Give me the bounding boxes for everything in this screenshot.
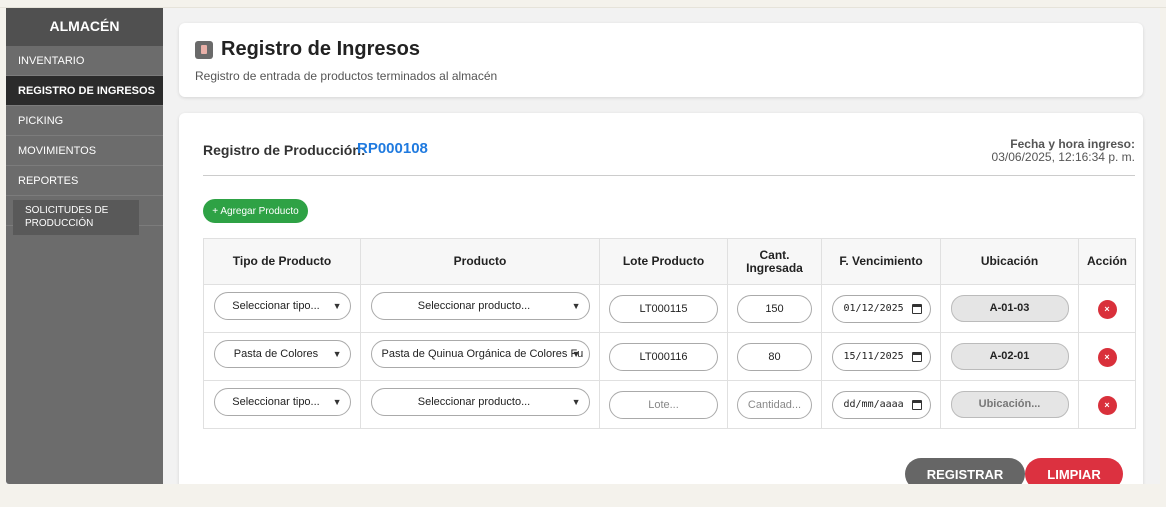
delete-row-button[interactable]: ×	[1097, 395, 1117, 415]
sidebar-item-picking[interactable]: PICKING	[6, 106, 163, 136]
calendar-icon[interactable]	[911, 351, 922, 362]
sidebar-item-registro-ingresos[interactable]: REGISTRO DE INGRESOS	[6, 76, 163, 106]
sidebar-title: ALMACÉN	[6, 8, 163, 46]
top-strip	[0, 0, 1166, 8]
vencimiento-value: 15/11/2025	[843, 350, 904, 362]
register-button[interactable]: REGISTRAR	[905, 458, 1025, 484]
col-header-producto: Producto	[360, 238, 600, 285]
header-card: Registro de Ingresos Registro de entrada…	[179, 23, 1143, 97]
fecha-value: 03/06/2025, 12:16:34 p. m.	[991, 150, 1135, 164]
col-header-cantidad: Cant. Ingresada	[727, 238, 822, 285]
cantidad-input[interactable]: 150	[737, 294, 812, 323]
sidebar-sub-label-line2: PRODUCCIÓN	[25, 218, 94, 229]
chevron-down-icon: ▼	[332, 301, 342, 311]
col-header-accion: Acción	[1078, 238, 1136, 285]
delete-row-button[interactable]: ×	[1097, 299, 1117, 319]
table-row: Seleccionar tipo... ▼ Seleccionar product…	[203, 284, 1136, 333]
cantidad-input[interactable]: 80	[737, 342, 812, 371]
add-product-button[interactable]: + Agregar Producto	[203, 199, 308, 223]
chevron-down-icon: ▼	[571, 301, 581, 311]
vencimiento-date-input[interactable]: dd/mm/aaaa	[831, 390, 931, 419]
tipo-select-value: Seleccionar tipo...	[232, 396, 320, 408]
vencimiento-date-input[interactable]: 01/12/2025	[831, 294, 931, 323]
sidebar-item-reportes[interactable]: REPORTES	[6, 166, 163, 196]
vencimiento-placeholder: dd/mm/aaaa	[843, 398, 904, 410]
chevron-down-icon: ▼	[571, 349, 581, 359]
tipo-select-value: Pasta de Colores	[233, 348, 319, 360]
table-row: Pasta de Colores ▼ Pasta de Quinua Orgáni…	[203, 332, 1136, 381]
col-header-ubicacion: Ubicación	[940, 238, 1079, 285]
producto-select-value: Pasta de Quinua Orgánica de Colores Fu	[381, 348, 584, 360]
page-subtitle: Registro de entrada de productos termina…	[195, 69, 498, 83]
chevron-down-icon: ▼	[332, 349, 342, 359]
form-card: Registro de Producción: RP000108 Fecha y…	[179, 113, 1143, 484]
sidebar-item-solicitudes-produccion[interactable]: SOLICITUDES DE PRODUCCIÓN	[13, 200, 139, 235]
producto-select-value: Seleccionar producto...	[417, 300, 531, 312]
clear-button[interactable]: LIMPIAR	[1025, 458, 1123, 484]
chevron-down-icon: ▼	[332, 397, 342, 407]
tipo-select[interactable]: Seleccionar tipo... ▼	[213, 388, 351, 416]
sidebar-sub-label-line1: SOLICITUDES DE	[25, 205, 109, 216]
products-table: Tipo de Producto Producto Lote Producto …	[203, 238, 1136, 429]
page-title: Registro de Ingresos	[221, 38, 420, 60]
sidebar-item-movimientos[interactable]: MOVIMIENTOS	[6, 136, 163, 166]
lote-input[interactable]: LT000116	[609, 342, 718, 371]
table-header-row: Tipo de Producto Producto Lote Producto …	[203, 238, 1136, 285]
sidebar: ALMACÉN INVENTARIO REGISTRO DE INGRESOS …	[6, 8, 163, 484]
chevron-down-icon: ▼	[571, 397, 581, 407]
main-content: Registro de Ingresos Registro de entrada…	[163, 8, 1160, 484]
vencimiento-date-input[interactable]: 15/11/2025	[831, 342, 931, 371]
producto-select[interactable]: Pasta de Quinua Orgánica de Colores Fu ▼	[370, 340, 590, 368]
sidebar-item-inventario[interactable]: INVENTARIO	[6, 46, 163, 76]
sidebar-sub-wrap: SOLICITUDES DE PRODUCCIÓN	[6, 196, 163, 235]
col-header-vencimiento: F. Vencimiento	[821, 238, 941, 285]
producto-select[interactable]: Seleccionar producto... ▼	[370, 388, 590, 416]
producto-select-value: Seleccionar producto...	[417, 396, 531, 408]
lote-input[interactable]: LT000115	[609, 294, 718, 323]
producto-select[interactable]: Seleccionar producto... ▼	[370, 292, 590, 320]
calendar-icon[interactable]	[911, 399, 922, 410]
tipo-select[interactable]: Seleccionar tipo... ▼	[213, 292, 351, 320]
table-row: Seleccionar tipo... ▼ Seleccionar product…	[203, 380, 1136, 429]
delete-row-button[interactable]: ×	[1097, 347, 1117, 367]
col-header-cantidad-line1: Cant.	[759, 247, 790, 262]
cantidad-input[interactable]: Cantidad...	[737, 390, 812, 419]
col-header-tipo: Tipo de Producto	[203, 238, 361, 285]
ubicacion-field[interactable]: Ubicación...	[950, 391, 1069, 418]
lote-input[interactable]: Lote...	[609, 390, 718, 419]
registro-value: RP000108	[357, 140, 428, 157]
col-header-cantidad-line2: Ingresada	[746, 260, 803, 275]
tipo-select-value: Seleccionar tipo...	[232, 300, 320, 312]
col-header-lote: Lote Producto	[599, 238, 728, 285]
divider	[203, 175, 1135, 176]
registro-label: Registro de Producción:	[203, 142, 366, 158]
ubicacion-field[interactable]: A-02-01	[950, 343, 1069, 370]
ubicacion-field[interactable]: A-01-03	[950, 295, 1069, 322]
vencimiento-value: 01/12/2025	[843, 302, 904, 314]
fecha-label: Fecha y hora ingreso:	[1010, 137, 1135, 151]
tipo-select[interactable]: Pasta de Colores ▼	[213, 340, 351, 368]
calendar-icon[interactable]	[911, 303, 922, 314]
clipboard-icon	[195, 41, 213, 59]
app-window: ALMACÉN INVENTARIO REGISTRO DE INGRESOS …	[6, 8, 1160, 484]
